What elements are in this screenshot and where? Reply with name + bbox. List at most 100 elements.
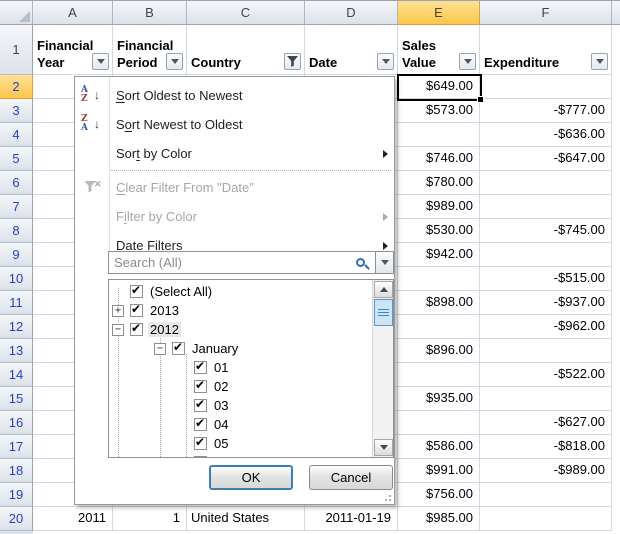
row-header-9[interactable]: 9 xyxy=(0,243,33,267)
search-options-dropdown-button[interactable] xyxy=(375,251,394,274)
checkbox-checked-icon[interactable] xyxy=(194,399,207,412)
period-filter-dropdown-button[interactable] xyxy=(166,53,183,70)
tree-scrollbar[interactable] xyxy=(372,280,393,457)
cell-F14[interactable]: -$522.00 xyxy=(480,363,612,387)
cell-F3[interactable]: -$777.00 xyxy=(480,99,612,123)
cell-F4[interactable]: -$636.00 xyxy=(480,123,612,147)
row-header-7[interactable]: 7 xyxy=(0,195,33,219)
header-cell-date[interactable]: Date xyxy=(305,25,398,75)
country-filter-applied-button[interactable] xyxy=(284,53,301,70)
row-header-13[interactable]: 13 xyxy=(0,339,33,363)
row-header-3[interactable]: 3 xyxy=(0,99,33,123)
cell-E2[interactable]: $649.00 xyxy=(398,75,480,99)
checkbox-checked-icon[interactable] xyxy=(172,342,185,355)
cell-F5[interactable]: -$647.00 xyxy=(480,147,612,171)
menu-item-sort-oldest-to-newest[interactable]: AZ↓ Sort Oldest to Newest xyxy=(75,81,394,110)
row-header-12[interactable]: 12 xyxy=(0,315,33,339)
column-header-A[interactable]: A xyxy=(33,1,113,25)
tree-item-04[interactable]: 04 xyxy=(109,415,371,434)
row-header-1[interactable]: 1 xyxy=(0,25,33,75)
row-header-14[interactable]: 14 xyxy=(0,363,33,387)
header-cell-expenditure[interactable]: Expenditure xyxy=(480,25,612,75)
header-cell-sales-value[interactable]: Sales Value xyxy=(398,25,480,75)
menu-item-sort-newest-to-oldest[interactable]: ZA↓ Sort Newest to Oldest xyxy=(75,110,394,139)
cell-E8[interactable]: $530.00 xyxy=(398,219,480,243)
checkbox-checked-icon[interactable] xyxy=(194,361,207,374)
checkbox-checked-icon[interactable] xyxy=(194,380,207,393)
checkbox-checked-icon[interactable] xyxy=(194,418,207,431)
cell-E9[interactable]: $942.00 xyxy=(398,243,480,267)
scroll-down-button[interactable] xyxy=(374,439,393,456)
row-header-2[interactable]: 2 xyxy=(0,75,33,99)
row-header-10[interactable]: 10 xyxy=(0,267,33,291)
tree-item-(Select All)[interactable]: (Select All) xyxy=(109,282,371,301)
cell-F20[interactable] xyxy=(480,507,612,531)
row-header-8[interactable]: 8 xyxy=(0,219,33,243)
row-header-16[interactable]: 16 xyxy=(0,411,33,435)
menu-resize-grip[interactable] xyxy=(381,491,391,501)
cell-C20[interactable]: United States xyxy=(187,507,305,531)
tree-item-02[interactable]: 02 xyxy=(109,377,371,396)
cell-E17[interactable]: $586.00 xyxy=(398,435,480,459)
header-cell-financial-year[interactable]: Financial Year xyxy=(33,25,113,75)
tree-item-2012[interactable]: −2012 xyxy=(109,320,371,339)
cell-E5[interactable]: $746.00 xyxy=(398,147,480,171)
cell-F19[interactable] xyxy=(480,483,612,507)
cell-A20[interactable]: 2011 xyxy=(33,507,113,531)
cell-F8[interactable]: -$745.00 xyxy=(480,219,612,243)
cell-F11[interactable]: -$937.00 xyxy=(480,291,612,315)
cell-F10[interactable]: -$515.00 xyxy=(480,267,612,291)
column-header-E[interactable]: E xyxy=(398,1,480,25)
column-header-C[interactable]: C xyxy=(187,1,305,25)
cell-F18[interactable]: -$989.00 xyxy=(480,459,612,483)
row-header-20[interactable]: 20 xyxy=(0,507,33,531)
cell-F16[interactable]: -$627.00 xyxy=(480,411,612,435)
row-header-18[interactable]: 18 xyxy=(0,459,33,483)
cell-E10[interactable] xyxy=(398,267,480,291)
expand-plus-icon[interactable]: + xyxy=(112,305,124,317)
header-cell-country[interactable]: Country xyxy=(187,25,305,75)
collapse-minus-icon[interactable]: − xyxy=(112,324,124,336)
cell-F13[interactable] xyxy=(480,339,612,363)
select-all-corner[interactable] xyxy=(0,1,33,25)
cell-E19[interactable]: $756.00 xyxy=(398,483,480,507)
row-header-19[interactable]: 19 xyxy=(0,483,33,507)
column-header-D[interactable]: D xyxy=(305,1,398,25)
cell-F17[interactable]: -$818.00 xyxy=(480,435,612,459)
cell-E7[interactable]: $989.00 xyxy=(398,195,480,219)
cell-E4[interactable] xyxy=(398,123,480,147)
cell-E14[interactable] xyxy=(398,363,480,387)
cell-D20[interactable]: 2011-01-19 xyxy=(305,507,398,531)
tree-item-03[interactable]: 03 xyxy=(109,396,371,415)
row-header-5[interactable]: 5 xyxy=(0,147,33,171)
cell-F9[interactable] xyxy=(480,243,612,267)
cell-F15[interactable] xyxy=(480,387,612,411)
cell-B20[interactable]: 1 xyxy=(113,507,187,531)
collapse-minus-icon[interactable]: − xyxy=(154,343,166,355)
row-header-4[interactable]: 4 xyxy=(0,123,33,147)
cancel-button[interactable]: Cancel xyxy=(309,465,393,490)
row-header-6[interactable]: 6 xyxy=(0,171,33,195)
cell-E16[interactable] xyxy=(398,411,480,435)
search-input[interactable]: Search (All) xyxy=(108,251,376,274)
sales-value-filter-dropdown-button[interactable] xyxy=(459,53,476,70)
tree-item-2013[interactable]: +2013 xyxy=(109,301,371,320)
row-header-17[interactable]: 17 xyxy=(0,435,33,459)
tree-item-01[interactable]: 01 xyxy=(109,358,371,377)
scroll-up-button[interactable] xyxy=(374,281,393,298)
menu-item-sort-by-color[interactable]: Sort by Color xyxy=(75,139,394,168)
cell-E13[interactable]: $896.00 xyxy=(398,339,480,363)
row-header-11[interactable]: 11 xyxy=(0,291,33,315)
cell-F7[interactable] xyxy=(480,195,612,219)
tree-item-January[interactable]: −January xyxy=(109,339,371,358)
cell-E20[interactable]: $985.00 xyxy=(398,507,480,531)
date-filter-dropdown-button[interactable] xyxy=(377,53,394,70)
column-header-B[interactable]: B xyxy=(113,1,187,25)
cell-E3[interactable]: $573.00 xyxy=(398,99,480,123)
checkbox-checked-icon[interactable] xyxy=(194,437,207,450)
cell-F12[interactable]: -$962.00 xyxy=(480,315,612,339)
checkbox-checked-icon[interactable] xyxy=(194,456,207,458)
cell-F6[interactable] xyxy=(480,171,612,195)
checkbox-checked-icon[interactable] xyxy=(130,285,143,298)
expenditure-filter-dropdown-button[interactable] xyxy=(591,53,608,70)
